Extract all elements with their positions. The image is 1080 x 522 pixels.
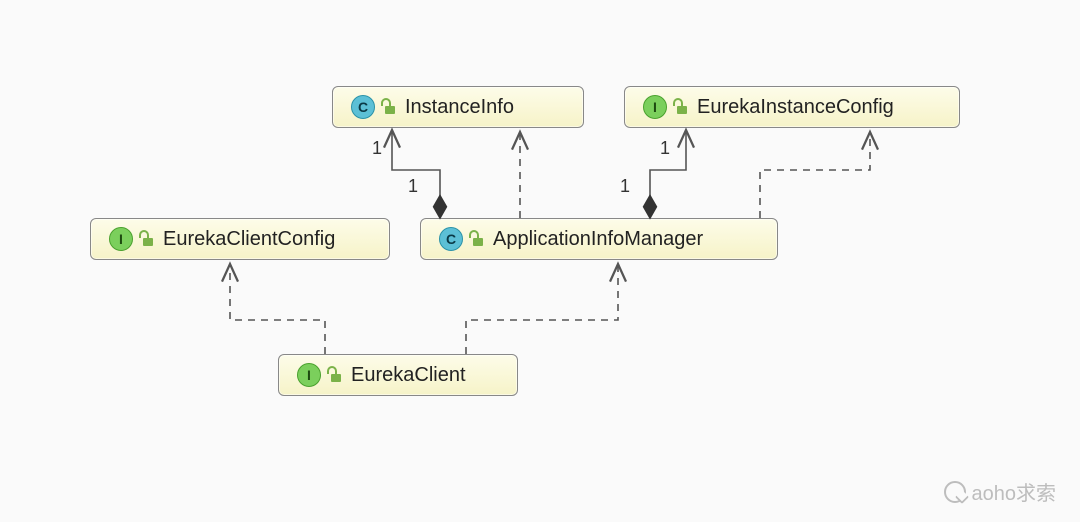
unlock-icon: [141, 232, 155, 246]
node-label: EurekaInstanceConfig: [697, 96, 894, 119]
unlock-icon: [675, 100, 689, 114]
watermark: aoho求索: [944, 477, 1057, 506]
node-eureka-client: I EurekaClient: [278, 354, 518, 396]
multiplicity-label: 1: [408, 176, 418, 197]
node-eureka-client-config: I EurekaClientConfig: [90, 218, 390, 260]
node-label: EurekaClientConfig: [163, 228, 335, 251]
unlock-icon: [329, 368, 343, 382]
connectors: [0, 0, 1080, 522]
uml-diagram: C InstanceInfo I EurekaInstanceConfig I …: [0, 0, 1080, 522]
edge-composition: [392, 130, 440, 218]
node-eureka-instance-config: I EurekaInstanceConfig: [624, 86, 960, 128]
class-icon: C: [351, 95, 375, 119]
node-instance-info: C InstanceInfo: [332, 86, 584, 128]
node-application-info-manager: C ApplicationInfoManager: [420, 218, 778, 260]
interface-icon: I: [109, 227, 133, 251]
multiplicity-label: 1: [372, 138, 382, 159]
watermark-text: aoho求索: [972, 477, 1057, 506]
unlock-icon: [471, 232, 485, 246]
interface-icon: I: [643, 95, 667, 119]
node-label: EurekaClient: [351, 364, 466, 387]
interface-icon: I: [297, 363, 321, 387]
multiplicity-label: 1: [620, 176, 630, 197]
wechat-icon: [944, 481, 966, 503]
multiplicity-label: 1: [660, 138, 670, 159]
node-label: ApplicationInfoManager: [493, 228, 703, 251]
edge-dependency: [230, 264, 325, 354]
edge-dependency: [466, 264, 618, 354]
node-label: InstanceInfo: [405, 96, 514, 119]
unlock-icon: [383, 100, 397, 114]
class-icon: C: [439, 227, 463, 251]
edge-dependency: [760, 132, 870, 218]
